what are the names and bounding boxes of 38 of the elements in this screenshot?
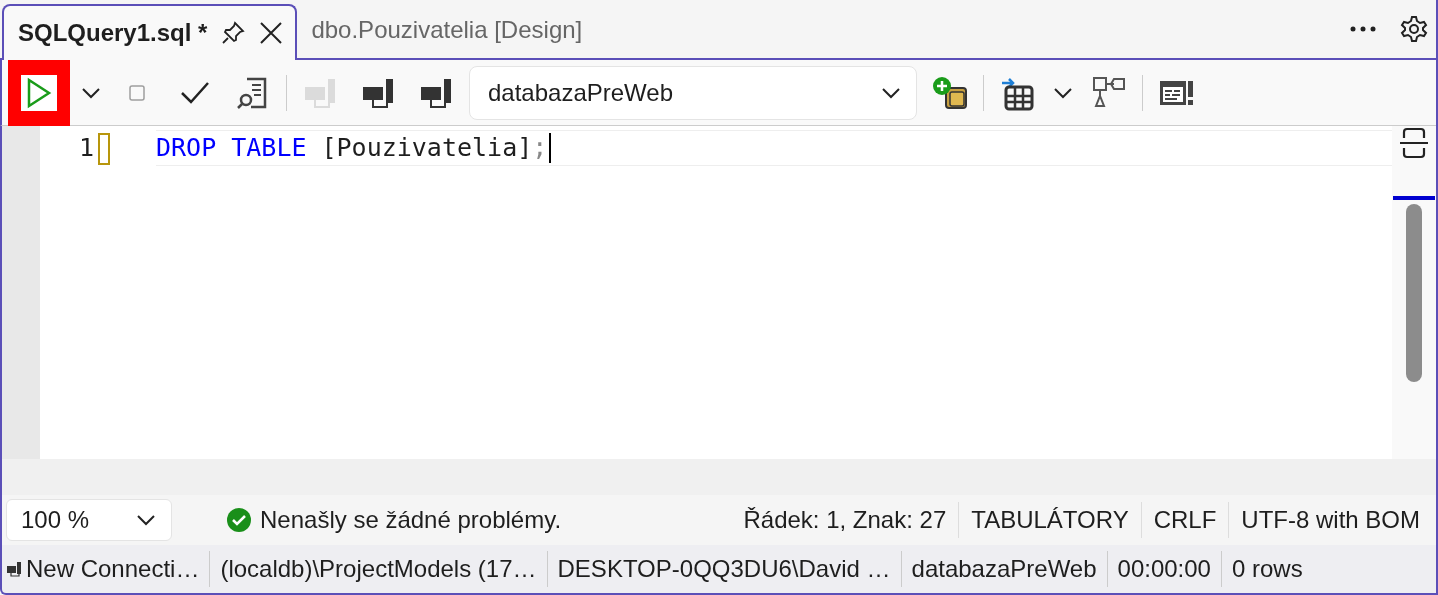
add-query-icon xyxy=(932,75,968,110)
split-editor-icon[interactable] xyxy=(1398,126,1430,160)
zoom-dropdown[interactable]: 100 % xyxy=(6,499,172,541)
connection-info: DESKTOP-0QQ3DU6\David … xyxy=(557,554,891,584)
status-item[interactable]: CRLF xyxy=(1140,502,1229,538)
connection-info: 00:00:00 xyxy=(1117,554,1211,584)
document-magnifier-icon xyxy=(237,75,269,110)
database-dropdown[interactable]: databazaPreWeb xyxy=(469,65,917,120)
status-item[interactable]: UTF-8 with BOM xyxy=(1228,502,1432,538)
more-icon[interactable] xyxy=(1350,26,1376,32)
code-token: DROP TABLE xyxy=(156,132,307,165)
close-icon[interactable] xyxy=(259,21,284,45)
connection-icon xyxy=(303,76,337,109)
caret-position-marker xyxy=(1393,196,1435,200)
scrollbar-thumb[interactable] xyxy=(1406,204,1422,382)
text-cursor xyxy=(549,133,552,163)
run-icon xyxy=(21,74,57,111)
settings-icon[interactable] xyxy=(1400,15,1428,43)
status-item[interactable]: TABULÁTORY xyxy=(958,502,1141,538)
success-icon xyxy=(226,507,252,533)
pin-icon[interactable] xyxy=(221,21,246,45)
code-token: ; xyxy=(532,132,548,165)
code-token: [Pouzivatelia] xyxy=(321,132,533,165)
diagram-icon xyxy=(1092,75,1126,110)
document-tab[interactable]: dbo.Pouzivatelia [Design] xyxy=(297,2,595,58)
server-icon xyxy=(6,561,22,577)
status-message: Nenašly se žádné problémy. xyxy=(260,505,562,535)
connection-info: New Connecti… xyxy=(26,554,200,584)
line-number: 1 xyxy=(78,132,94,165)
connection-info: 0 rows xyxy=(1231,554,1303,584)
connection-info: databazaPreWeb xyxy=(911,554,1097,584)
run-button[interactable] xyxy=(8,59,70,126)
connection-icon xyxy=(419,76,453,109)
connection-info: (localdb)\ProjectModels (17… xyxy=(220,554,537,584)
status-item[interactable]: Řádek: 1, Znak: 27 xyxy=(731,502,959,538)
document-tab[interactable]: SQLQuery1.sql * xyxy=(2,4,298,60)
change-marker xyxy=(98,133,110,165)
connection-icon xyxy=(361,76,395,109)
